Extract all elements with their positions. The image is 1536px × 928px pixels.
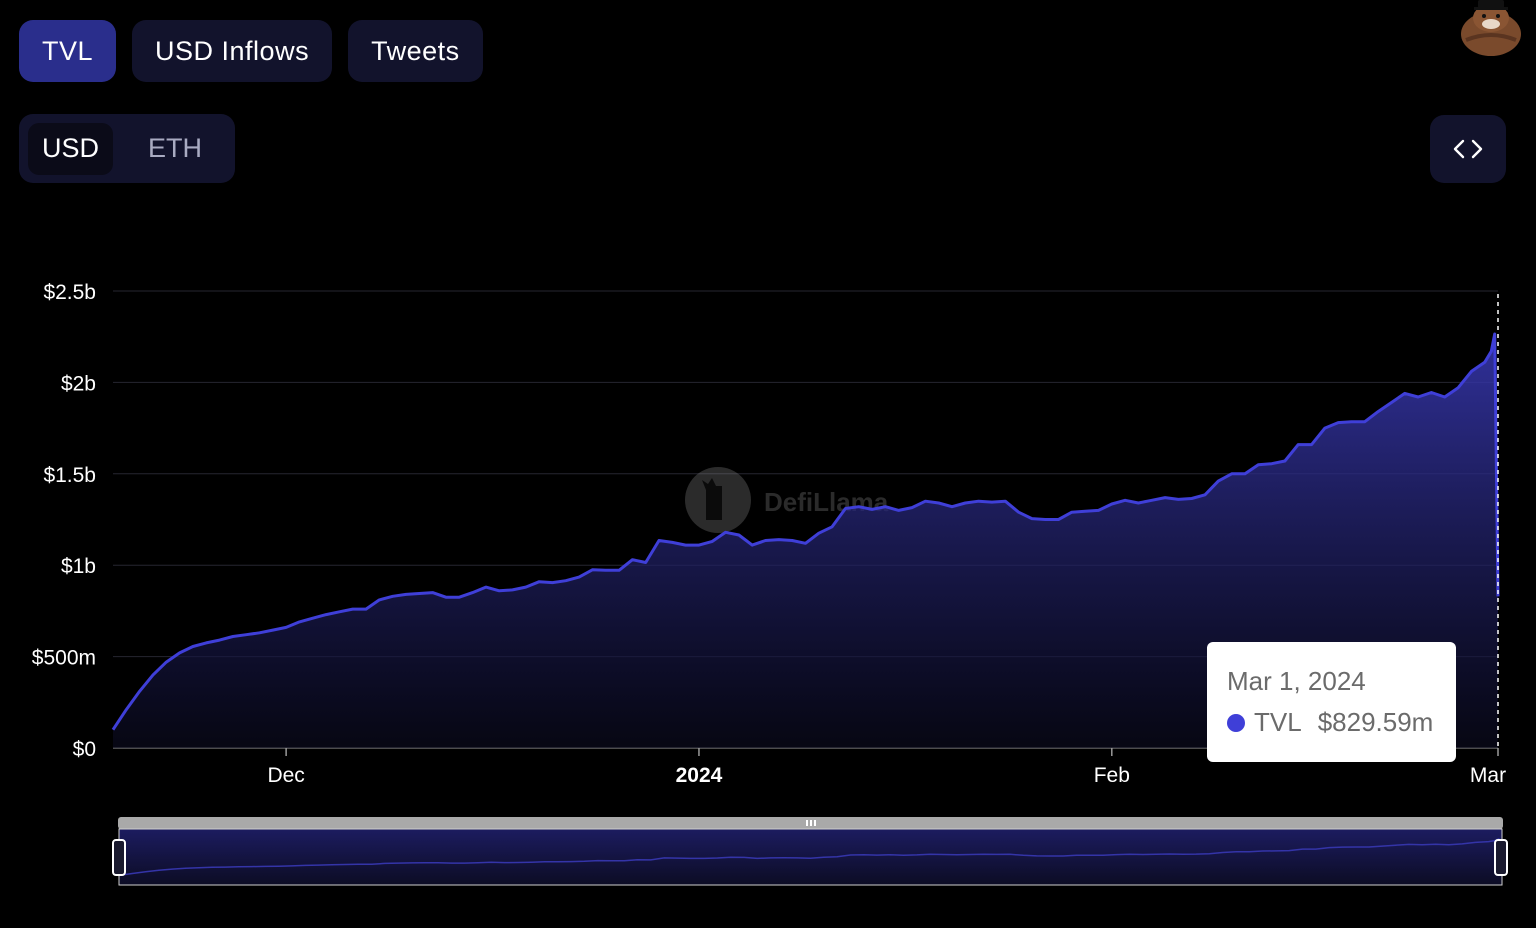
y-tick-label: $2.5b	[43, 281, 96, 304]
brush-right-handle[interactable]	[1494, 839, 1508, 876]
tooltip-row: TVL $829.59m	[1227, 707, 1456, 738]
chart-tabs: TVL USD Inflows Tweets	[19, 20, 483, 82]
tooltip-series-name: TVL	[1254, 707, 1302, 737]
tab-usd-inflows[interactable]: USD Inflows	[132, 20, 333, 82]
y-tick-label: $0	[73, 738, 96, 761]
denomination-toggle: USD ETH	[19, 114, 235, 183]
y-tick-label: $1.5b	[43, 464, 96, 487]
tab-tweets[interactable]: Tweets	[348, 20, 483, 82]
toggle-eth[interactable]: ETH	[125, 123, 225, 175]
x-tick-label: 2024	[676, 764, 723, 787]
x-tick-label: Mar	[1470, 764, 1506, 787]
tooltip-value: $829.59m	[1317, 707, 1434, 737]
x-tick-label: Dec	[267, 764, 304, 787]
brush-window[interactable]	[118, 828, 1503, 886]
range-brush[interactable]	[112, 817, 1508, 886]
tooltip-date: Mar 1, 2024	[1227, 666, 1366, 696]
y-tick-label: $1b	[61, 555, 96, 578]
brush-left-handle[interactable]	[112, 839, 126, 876]
y-tick-label: $500m	[32, 647, 96, 670]
user-avatar[interactable]	[1458, 0, 1524, 58]
y-axis: $0 $500m $1b $1.5b $2b $2.5b	[32, 281, 96, 761]
toggle-usd[interactable]: USD	[28, 122, 113, 175]
chart-tooltip: Mar 1, 2024 TVL $829.59m	[1207, 642, 1456, 762]
x-tick-label: Feb	[1094, 764, 1130, 787]
tab-tvl[interactable]: TVL	[19, 20, 117, 82]
embed-code-button[interactable]	[1430, 115, 1506, 183]
series-color-dot	[1227, 713, 1245, 732]
y-tick-label: $2b	[61, 372, 96, 395]
brush-grip-icon	[806, 820, 816, 826]
code-brackets-icon	[1453, 139, 1483, 159]
